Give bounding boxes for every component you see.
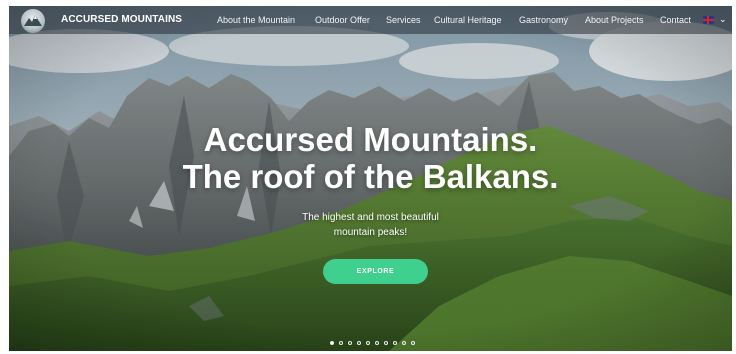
slider-dot-2[interactable] [339,341,343,345]
nav-item-cultural-heritage[interactable]: Cultural Heritage [434,15,502,25]
nav-item-outdoor-offer[interactable]: Outdoor Offer [315,15,370,25]
slider-dot-1[interactable] [330,341,334,345]
uk-flag-icon[interactable] [703,16,714,24]
brand-name[interactable]: ACCURSED MOUNTAINS [61,14,182,25]
slider-dot-7[interactable] [384,341,388,345]
hero-subtitle-line-2: mountain peaks! [333,227,408,238]
hero-subtitle-line-1: The highest and most beautiful [302,212,439,223]
slider-dot-3[interactable] [348,341,352,345]
page-frame: ACCURSED MOUNTAINS About the Mountain Ou… [9,6,732,351]
slider-dot-5[interactable] [366,341,370,345]
slider-dot-8[interactable] [393,341,397,345]
hero-title-line-1: Accursed Mountains. [203,121,538,158]
mountain-logo-glyph [24,15,42,26]
nav-item-services[interactable]: Services [386,15,421,25]
nav-item-about-projects[interactable]: About Projects [585,15,644,25]
slider-dot-9[interactable] [402,341,406,345]
nav-item-gastronomy[interactable]: Gastronomy [519,15,568,25]
nav-item-about-the-mountain[interactable]: About the Mountain [217,15,295,25]
mountain-logo-icon[interactable] [21,9,45,33]
hero-title-line-2: The roof of the Balkans. [182,158,559,195]
slider-dot-6[interactable] [375,341,379,345]
nav-item-contact[interactable]: Contact [660,15,691,25]
top-navigation-bar: ACCURSED MOUNTAINS About the Mountain Ou… [9,6,732,34]
slider-dot-10[interactable] [411,341,415,345]
slider-dot-4[interactable] [357,341,361,345]
chevron-down-icon[interactable]: ⌄ [719,14,727,25]
explore-button[interactable]: EXPLORE [323,259,428,284]
